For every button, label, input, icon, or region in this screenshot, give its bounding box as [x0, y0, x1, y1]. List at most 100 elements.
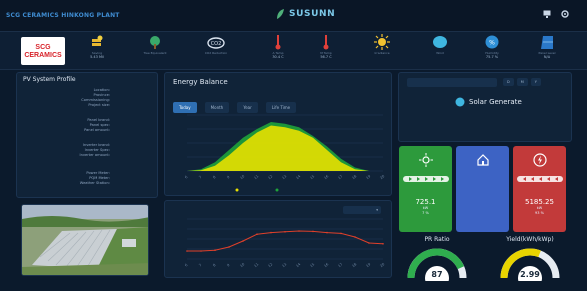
solar-globe-icon — [455, 97, 465, 107]
svg-text:CO2: CO2 — [211, 41, 222, 47]
data-point — [200, 250, 202, 252]
x-tick-label: 8 — [212, 263, 216, 268]
plant-aerial-photo — [21, 204, 149, 276]
profile-row: Panel amount: — [84, 128, 110, 132]
x-tick-label: 16 — [323, 262, 329, 268]
profile-row: Inverter amount: — [79, 153, 110, 157]
x-tick-label: 14 — [295, 174, 302, 180]
tab-year[interactable]: Y — [530, 78, 541, 86]
stat-value: N/A — [543, 55, 551, 59]
profile-row: Project size: — [88, 103, 110, 107]
flow-arrows-icon — [402, 176, 449, 182]
card-caption — [513, 192, 566, 197]
x-tick-label: 13 — [281, 174, 287, 180]
pv-profile-panel: PV System Profile Location: Province: Co… — [16, 72, 158, 198]
stat-saving: Saving 5.43 Mil — [77, 34, 117, 60]
money-icon — [92, 35, 103, 46]
x-tick-label: 11 — [253, 262, 259, 268]
x-tick-label: 20 — [379, 262, 385, 268]
tree-icon — [150, 36, 160, 49]
x-tick-label: 16 — [323, 174, 329, 180]
card-percent: 93 % — [535, 211, 544, 215]
plant-photo-image — [22, 205, 148, 275]
x-tick-label: 9 — [226, 263, 230, 268]
logo-line1: SCG — [35, 44, 51, 51]
monitor-icon[interactable] — [543, 10, 551, 18]
tab-month[interactable]: M — [516, 78, 528, 86]
data-point — [326, 231, 328, 234]
x-tick-label: 18 — [351, 262, 357, 268]
panel-icon — [541, 36, 553, 49]
pv-profile-group-inverter: Inverter brand: Inverter Spec: Inverter … — [23, 143, 153, 158]
x-tick-label: 6 — [184, 175, 188, 180]
card-grid-power: 5185.25 kW 93 % — [513, 146, 566, 232]
x-tick-label: 20 — [379, 174, 385, 180]
energy-balance-title: Energy Balance — [173, 78, 228, 86]
brand: SUSUNN — [275, 8, 335, 20]
data-point — [228, 246, 230, 248]
stat-value: 30.4 C — [272, 55, 284, 59]
line-chart: 6 7 8 9 10 11 12 13 14 15 16 17 18 19 20 — [184, 218, 385, 268]
x-tick-label: 10 — [239, 262, 245, 268]
data-point — [270, 231, 272, 234]
line-chart-panel: ▾ 6 7 8 9 10 11 12 13 14 15 16 17 18 19 20 — [164, 200, 392, 278]
legend-swatch — [235, 188, 239, 192]
yield-gauge: 2.99 — [500, 248, 560, 281]
stat-panel-level: Panel Level N/A — [527, 34, 567, 60]
x-tick-label: 18 — [351, 174, 357, 180]
x-tick-label: 9 — [226, 175, 230, 180]
stat-value — [420, 55, 460, 60]
settings-icon[interactable] — [561, 10, 569, 18]
stat-value: 75.7 % — [485, 55, 499, 59]
x-tick-label: 7 — [198, 175, 202, 180]
x-tick-label: 14 — [295, 262, 302, 268]
data-point — [186, 250, 188, 252]
x-tick-label: 19 — [365, 174, 371, 180]
tab-day[interactable]: D — [503, 78, 514, 86]
x-tick-label: 8 — [212, 175, 216, 180]
card-caption — [456, 179, 509, 184]
company-logo: SCG CERAMICS — [21, 37, 65, 65]
card-percent: 7 % — [422, 211, 429, 215]
home-icon — [476, 154, 489, 166]
pv-profile-group-location: Location: Province: Commissioning: Proje… — [23, 88, 153, 108]
thermometer-icon — [323, 35, 329, 50]
data-point — [340, 232, 342, 235]
humidity-icon: % — [485, 35, 499, 49]
stat-humidity: % Humidity 75.7 % — [472, 34, 512, 60]
stat-tree: Tree Equivalent — [135, 34, 175, 60]
pv-profile-group-panel: Panel brand: Panel spec: Panel amount: — [23, 118, 153, 133]
pr-ratio-gauge: 87 — [407, 248, 467, 281]
x-tick-label: 11 — [253, 174, 259, 180]
card-consumption — [456, 146, 509, 232]
legend-swatch — [275, 188, 279, 192]
energy-balance-panel: Energy Balance Today Month Year Life Tim… — [164, 72, 392, 196]
brand-leaf-icon — [277, 9, 284, 19]
x-tick-label: 10 — [239, 174, 245, 180]
x-tick-label: 17 — [337, 174, 343, 180]
stat-value — [196, 55, 236, 60]
x-tick-label: 15 — [309, 262, 315, 268]
card-percent — [456, 198, 509, 203]
stat-module-temp: M Temp 56.7 C — [306, 34, 346, 60]
x-tick-label: 15 — [309, 174, 315, 180]
co2-icon: CO2 — [207, 37, 225, 49]
stat-co2: CO2 CO2 Reduction — [196, 34, 236, 60]
solar-generate-panel: D M Y Solar Generate — [398, 72, 572, 142]
energy-balance-chart: 6 7 8 9 10 11 12 13 14 15 16 17 18 19 20 — [184, 114, 385, 192]
stat-value — [362, 55, 402, 60]
data-point — [298, 230, 300, 232]
card-value: 725.1 — [415, 198, 436, 206]
data-point — [284, 231, 286, 233]
solar-generate-header: Solar Generate — [455, 97, 522, 107]
data-point — [214, 249, 216, 251]
pv-profile-title: PV System Profile — [23, 76, 76, 83]
stat-value: 56.7 C — [320, 55, 332, 59]
date-picker[interactable] — [407, 78, 497, 87]
data-point — [368, 242, 370, 244]
card-value: 5185.25 — [525, 198, 554, 206]
data-point — [382, 243, 384, 245]
solar-period-tabs: D M Y — [503, 78, 541, 86]
card-caption — [399, 192, 452, 197]
stat-irradiance: Irradiance — [362, 34, 402, 60]
